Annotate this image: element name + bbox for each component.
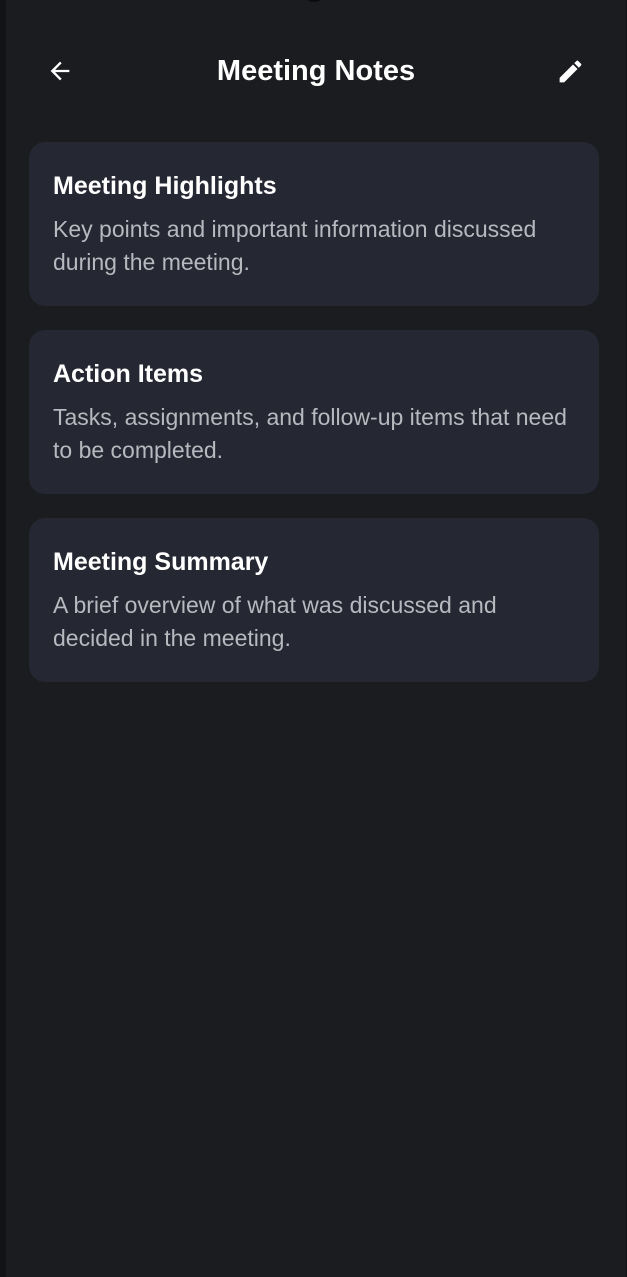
edit-button[interactable]	[547, 48, 593, 94]
app-screen: Meeting Notes Meeting Highlights Key poi…	[6, 0, 626, 1277]
card-meeting-summary[interactable]: Meeting Summary A brief overview of what…	[29, 518, 599, 682]
camera-notch	[302, 0, 326, 2]
card-meeting-highlights[interactable]: Meeting Highlights Key points and import…	[29, 142, 599, 306]
card-description: Key points and important information dis…	[53, 216, 537, 275]
card-description: Tasks, assignments, and follow-up items …	[53, 404, 567, 463]
app-bar: Meeting Notes	[6, 40, 626, 102]
notes-card-list: Meeting Highlights Key points and import…	[29, 142, 599, 706]
page-title: Meeting Notes	[216, 55, 416, 87]
card-title: Meeting Highlights	[53, 172, 277, 200]
card-title: Action Items	[53, 360, 204, 388]
card-title: Meeting Summary	[53, 548, 269, 576]
card-action-items[interactable]: Action Items Tasks, assignments, and fol…	[29, 330, 599, 494]
card-description: A brief overview of what was discussed a…	[53, 592, 497, 651]
pencil-edit-icon	[559, 60, 581, 82]
